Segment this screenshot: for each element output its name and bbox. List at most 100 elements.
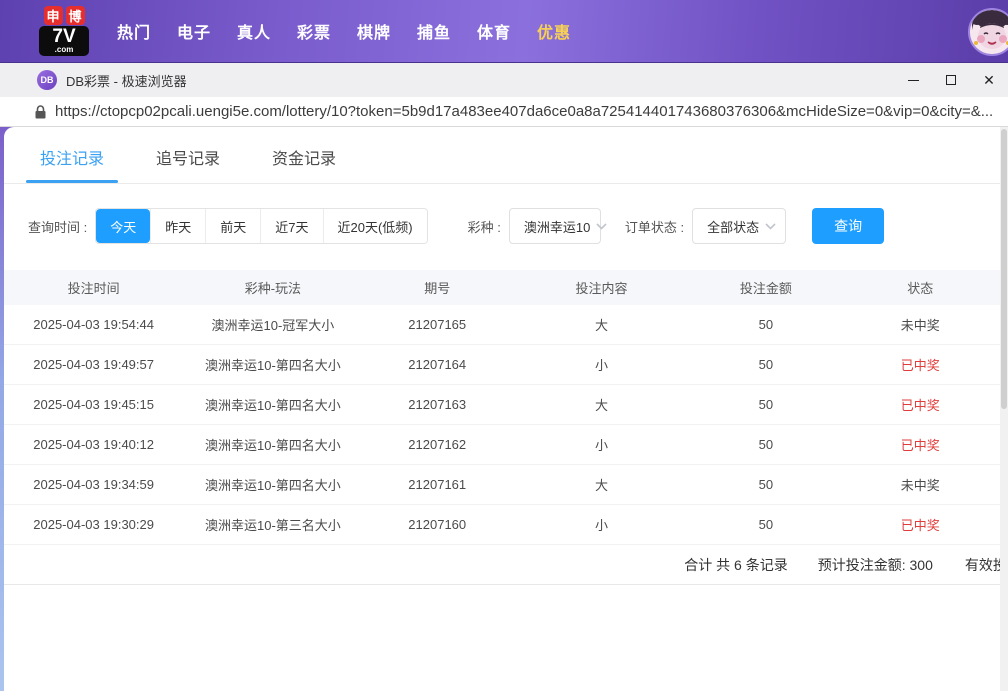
nav-item[interactable]: 捕鱼 <box>404 19 464 43</box>
time-option[interactable]: 近20天(低频) <box>323 209 427 243</box>
tab[interactable]: 追号记录 <box>146 145 230 183</box>
bet-records-table: 投注时间彩种-玩法期号投注内容投注金额状态 2025-04-03 19:54:4… <box>4 270 1000 545</box>
column-header: 投注金额 <box>691 278 840 297</box>
lottery-filter-label: 彩种 : <box>468 217 501 236</box>
records-card: 投注记录追号记录资金记录 查询时间 : 今天昨天前天近7天近20天(低频) 彩种… <box>4 127 1000 691</box>
nav-item[interactable]: 真人 <box>224 19 284 43</box>
table-row: 2025-04-03 19:30:29澳洲幸运10-第三名大小21207160小… <box>4 505 1000 545</box>
bet-content-cell: 小 <box>512 435 691 454</box>
user-avatar[interactable] <box>968 8 1008 56</box>
logo-badge-right: 博 <box>66 6 85 25</box>
table-row: 2025-04-03 19:45:15澳洲幸运10-第四名大小21207163大… <box>4 385 1000 425</box>
issue-cell: 21207165 <box>363 317 512 332</box>
bet-content-cell: 大 <box>512 475 691 494</box>
game-play-cell: 澳洲幸运10-冠军大小 <box>183 315 362 334</box>
bet-amount-cell: 50 <box>691 317 840 332</box>
status-select-value: 全部状态 <box>707 217 759 236</box>
lock-icon <box>35 105 46 119</box>
maximize-button[interactable] <box>932 63 970 97</box>
url-input[interactable] <box>55 103 1005 120</box>
chevron-down-icon <box>596 223 607 230</box>
status-filter-label: 订单状态 : <box>625 217 684 236</box>
nav-item[interactable]: 棋牌 <box>344 19 404 43</box>
bet-content-cell: 大 <box>512 395 691 414</box>
search-button[interactable]: 查询 <box>812 208 884 244</box>
page-content: 投注记录追号记录资金记录 查询时间 : 今天昨天前天近7天近20天(低频) 彩种… <box>0 127 1008 691</box>
time-option[interactable]: 近7天 <box>260 209 322 243</box>
site-favicon: DB <box>37 70 57 90</box>
logo-wordmark: 7V .com <box>39 26 89 56</box>
avatar-illustration <box>970 10 1008 54</box>
record-tabs: 投注记录追号记录资金记录 <box>4 127 1000 184</box>
column-header: 期号 <box>363 278 512 297</box>
game-play-cell: 澳洲幸运10-第四名大小 <box>183 435 362 454</box>
scrollbar-thumb[interactable] <box>1001 129 1007 409</box>
status-cell: 已中奖 <box>841 355 1000 374</box>
issue-cell: 21207160 <box>363 517 512 532</box>
status-cell: 未中奖 <box>841 315 1000 334</box>
bet-time-cell: 2025-04-03 19:40:12 <box>4 437 183 452</box>
time-option[interactable]: 昨天 <box>150 209 205 243</box>
bet-amount-cell: 50 <box>691 357 840 372</box>
issue-cell: 21207164 <box>363 357 512 372</box>
vertical-scrollbar[interactable] <box>1000 127 1008 691</box>
table-row: 2025-04-03 19:49:57澳洲幸运10-第四名大小21207164小… <box>4 345 1000 385</box>
status-cell: 已中奖 <box>841 395 1000 414</box>
window-title: DB彩票 - 极速浏览器 <box>66 71 187 90</box>
time-filter-label: 查询时间 : <box>28 217 87 236</box>
minimize-button[interactable] <box>894 63 932 97</box>
record-count: 合计 共 6 条记录 <box>684 555 787 575</box>
tab[interactable]: 投注记录 <box>30 145 114 183</box>
lottery-select[interactable]: 澳洲幸运10 <box>509 208 601 244</box>
nav-item[interactable]: 彩票 <box>284 19 344 43</box>
status-cell: 已中奖 <box>841 515 1000 534</box>
table-row: 2025-04-03 19:34:59澳洲幸运10-第四名大小21207161大… <box>4 465 1000 505</box>
game-play-cell: 澳洲幸运10-第四名大小 <box>183 355 362 374</box>
nav-item[interactable]: 优惠 <box>524 19 584 43</box>
site-logo[interactable]: 申 博 7V .com <box>38 6 90 56</box>
table-row: 2025-04-03 19:54:44澳洲幸运10-冠军大小21207165大5… <box>4 305 1000 345</box>
issue-cell: 21207163 <box>363 397 512 412</box>
time-range-group: 今天昨天前天近7天近20天(低频) <box>95 208 427 244</box>
logo-7v-text: 7V <box>52 27 75 46</box>
filter-bar: 查询时间 : 今天昨天前天近7天近20天(低频) 彩种 : 澳洲幸运10 订单状… <box>4 184 1000 244</box>
nav-menu: 热门电子真人彩票棋牌捕鱼体育优惠 <box>104 19 584 43</box>
bet-content-cell: 大 <box>512 315 691 334</box>
column-header: 彩种-玩法 <box>183 278 362 297</box>
maximize-icon <box>946 75 956 85</box>
table-row: 2025-04-03 19:40:12澳洲幸运10-第四名大小21207162小… <box>4 425 1000 465</box>
table-header-row: 投注时间彩种-玩法期号投注内容投注金额状态 <box>4 270 1000 305</box>
time-option[interactable]: 前天 <box>205 209 260 243</box>
game-play-cell: 澳洲幸运10-第四名大小 <box>183 475 362 494</box>
chevron-down-icon <box>765 223 776 230</box>
time-option[interactable]: 今天 <box>96 209 150 243</box>
valid-bet-amount: 有效投注金额: 300 <box>965 555 1000 575</box>
bet-time-cell: 2025-04-03 19:30:29 <box>4 517 183 532</box>
column-header: 投注时间 <box>4 278 183 297</box>
close-button[interactable]: ✕ <box>970 63 1008 97</box>
logo-badge-left: 申 <box>44 6 63 25</box>
bet-time-cell: 2025-04-03 19:49:57 <box>4 357 183 372</box>
game-play-cell: 澳洲幸运10-第四名大小 <box>183 395 362 414</box>
table-body: 2025-04-03 19:54:44澳洲幸运10-冠军大小21207165大5… <box>4 305 1000 545</box>
bet-time-cell: 2025-04-03 19:45:15 <box>4 397 183 412</box>
issue-cell: 21207162 <box>363 437 512 452</box>
logo-com-text: .com <box>55 46 74 54</box>
nav-item[interactable]: 电子 <box>164 19 224 43</box>
bet-content-cell: 小 <box>512 515 691 534</box>
status-cell: 已中奖 <box>841 435 1000 454</box>
nav-item[interactable]: 热门 <box>104 19 164 43</box>
browser-titlebar: DB DB彩票 - 极速浏览器 ✕ <box>0 63 1008 97</box>
column-header: 投注内容 <box>512 278 691 297</box>
bet-content-cell: 小 <box>512 355 691 374</box>
app-window: 申 博 7V .com 热门电子真人彩票棋牌捕鱼体育优惠 <box>0 0 1008 691</box>
tab[interactable]: 资金记录 <box>262 145 346 183</box>
nav-item[interactable]: 体育 <box>464 19 524 43</box>
minimize-icon <box>908 80 919 81</box>
bet-amount-cell: 50 <box>691 397 840 412</box>
summary-bar: 合计 共 6 条记录 预计投注金额: 300 有效投注金额: 300 <box>4 545 1000 585</box>
status-cell: 未中奖 <box>841 475 1000 494</box>
bet-time-cell: 2025-04-03 19:54:44 <box>4 317 183 332</box>
order-status-select[interactable]: 全部状态 <box>692 208 786 244</box>
close-icon: ✕ <box>983 73 995 87</box>
